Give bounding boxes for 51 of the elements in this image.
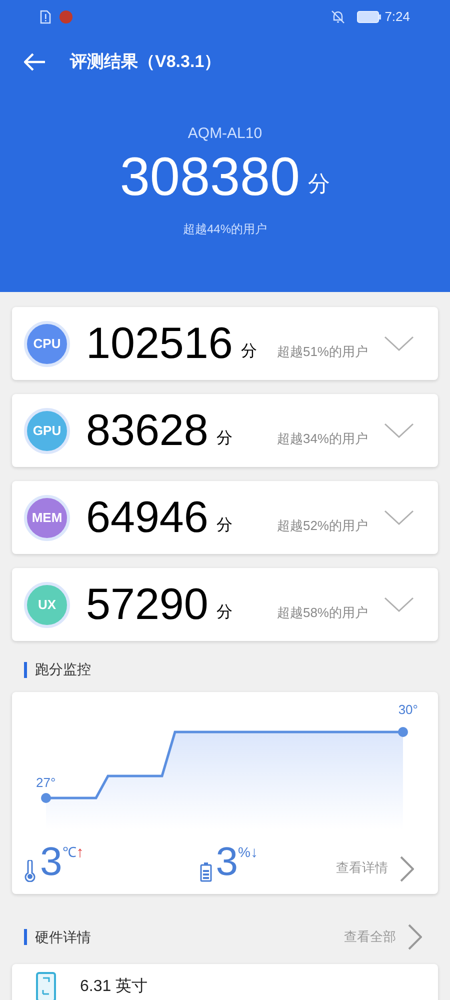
category-badge: MEM [24,494,70,540]
back-arrow-icon[interactable] [24,53,46,71]
section-heading: 硬件详情 [35,928,91,946]
app-notification-icon [59,10,73,24]
category-score: 64946 [86,496,208,540]
rank-text: 超越58%的用户 [276,604,368,622]
screen-size: 6.31 英寸 [80,976,148,997]
mute-bell-icon [330,10,345,24]
category-badge: CPU [24,320,70,366]
category-score: 83628 [86,408,208,452]
total-score: 308380 [120,150,300,204]
rank-text: 超越51%的用户 [276,342,368,361]
drop-arrow: ↓ [250,842,258,862]
temperature-change: 3 [40,842,62,882]
category-badge: GPU [24,408,70,454]
battery-icon [356,10,381,22]
rise-arrow: ↑ [76,842,84,862]
section-heading: 跑分监控 [35,660,91,679]
chevron-right-icon[interactable] [408,924,422,950]
phone-screen-icon [36,972,56,1000]
category-score: 57290 [86,582,208,626]
rank-text: 超越44%的用户 [182,220,268,238]
status-time: 7:24 [384,8,410,26]
chevron-down-icon[interactable] [384,596,414,612]
score-unit: 分 [216,516,232,536]
end-temperature: 30° [398,701,418,719]
rank-text: 超越34%的用户 [276,430,368,448]
temperature-unit: ℃ [62,842,76,862]
score-card[interactable]: UX 57290 分 超越58%的用户 [12,568,438,641]
score-unit: 分 [216,602,232,622]
score-unit: 分 [216,428,232,448]
score-unit: 分 [308,170,330,198]
battery-level-icon [200,862,212,882]
battery-change: 3 [216,842,238,882]
device-model: AQM-AL10 [188,124,262,144]
category-badge: UX [24,582,70,628]
rank-text: 超越52%的用户 [276,516,368,535]
chevron-down-icon[interactable] [384,336,414,352]
score-card[interactable]: GPU 83628 分 超越34%的用户 [12,394,438,467]
chevron-down-icon[interactable] [384,510,414,526]
score-card[interactable]: CPU 102516 分 超越51%的用户 [12,307,438,380]
category-score: 102516 [86,322,233,366]
sim-alert-icon [40,10,51,24]
start-temperature: 27° [36,774,56,792]
thermometer-icon [24,860,36,882]
score-card[interactable]: MEM 64946 分 超越52%的用户 [12,481,438,554]
battery-unit: % [238,842,250,862]
chevron-right-icon[interactable] [400,856,414,882]
score-unit: 分 [240,342,257,362]
page-title: 评测结果（V8.3.1） [70,51,222,74]
chevron-down-icon[interactable] [384,422,414,438]
